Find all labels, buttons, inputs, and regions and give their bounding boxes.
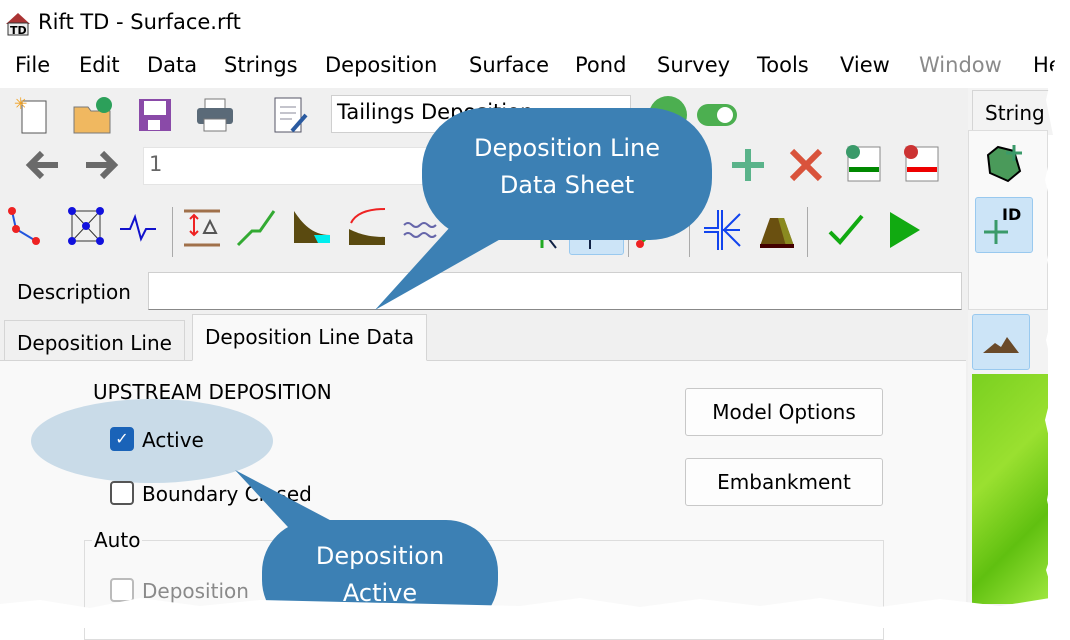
callout-data-sheet: Deposition Line Data Sheet	[422, 130, 712, 204]
callout-line: Active	[342, 579, 418, 607]
callout-line: Deposition Line	[474, 134, 660, 162]
callout-line: Deposition	[315, 542, 445, 570]
callout-deposition-active: Deposition Active	[262, 538, 498, 612]
callout-line: Data Sheet	[499, 171, 635, 199]
callout-shapes	[235, 108, 712, 628]
